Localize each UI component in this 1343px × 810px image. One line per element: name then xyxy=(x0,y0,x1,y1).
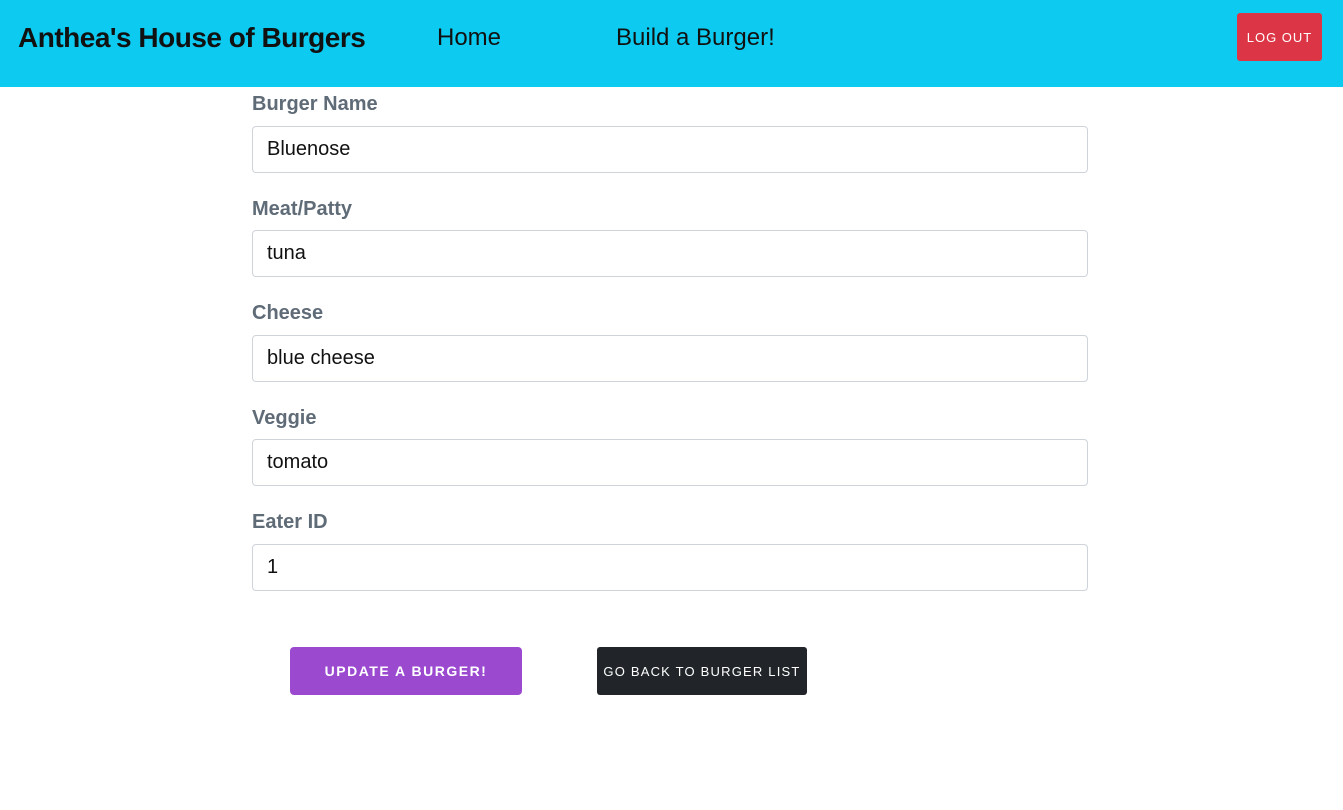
burger-name-label: Burger Name xyxy=(252,93,378,115)
eater-id-input[interactable] xyxy=(252,544,1088,591)
back-to-list-button[interactable]: Go Back to Burger List xyxy=(597,647,807,695)
nav-link-build-burger[interactable]: Build a Burger! xyxy=(616,24,775,52)
burger-name-input[interactable] xyxy=(252,126,1088,173)
meat-patty-input[interactable] xyxy=(252,230,1088,277)
veggie-input[interactable] xyxy=(252,439,1088,486)
veggie-label: Veggie xyxy=(252,407,317,429)
brand-title[interactable]: Anthea's House of Burgers xyxy=(18,22,366,54)
cheese-label: Cheese xyxy=(252,302,324,324)
update-burger-button[interactable]: Update a Burger! xyxy=(290,647,522,695)
cheese-input[interactable] xyxy=(252,335,1088,382)
logout-button[interactable]: Log Out xyxy=(1237,13,1322,61)
meat-patty-label: Meat/Patty xyxy=(252,198,353,220)
nav-link-home[interactable]: Home xyxy=(437,24,501,52)
top-navbar: Anthea's House of Burgers Home Build a B… xyxy=(0,0,1343,87)
eater-id-label: Eater ID xyxy=(252,511,328,533)
